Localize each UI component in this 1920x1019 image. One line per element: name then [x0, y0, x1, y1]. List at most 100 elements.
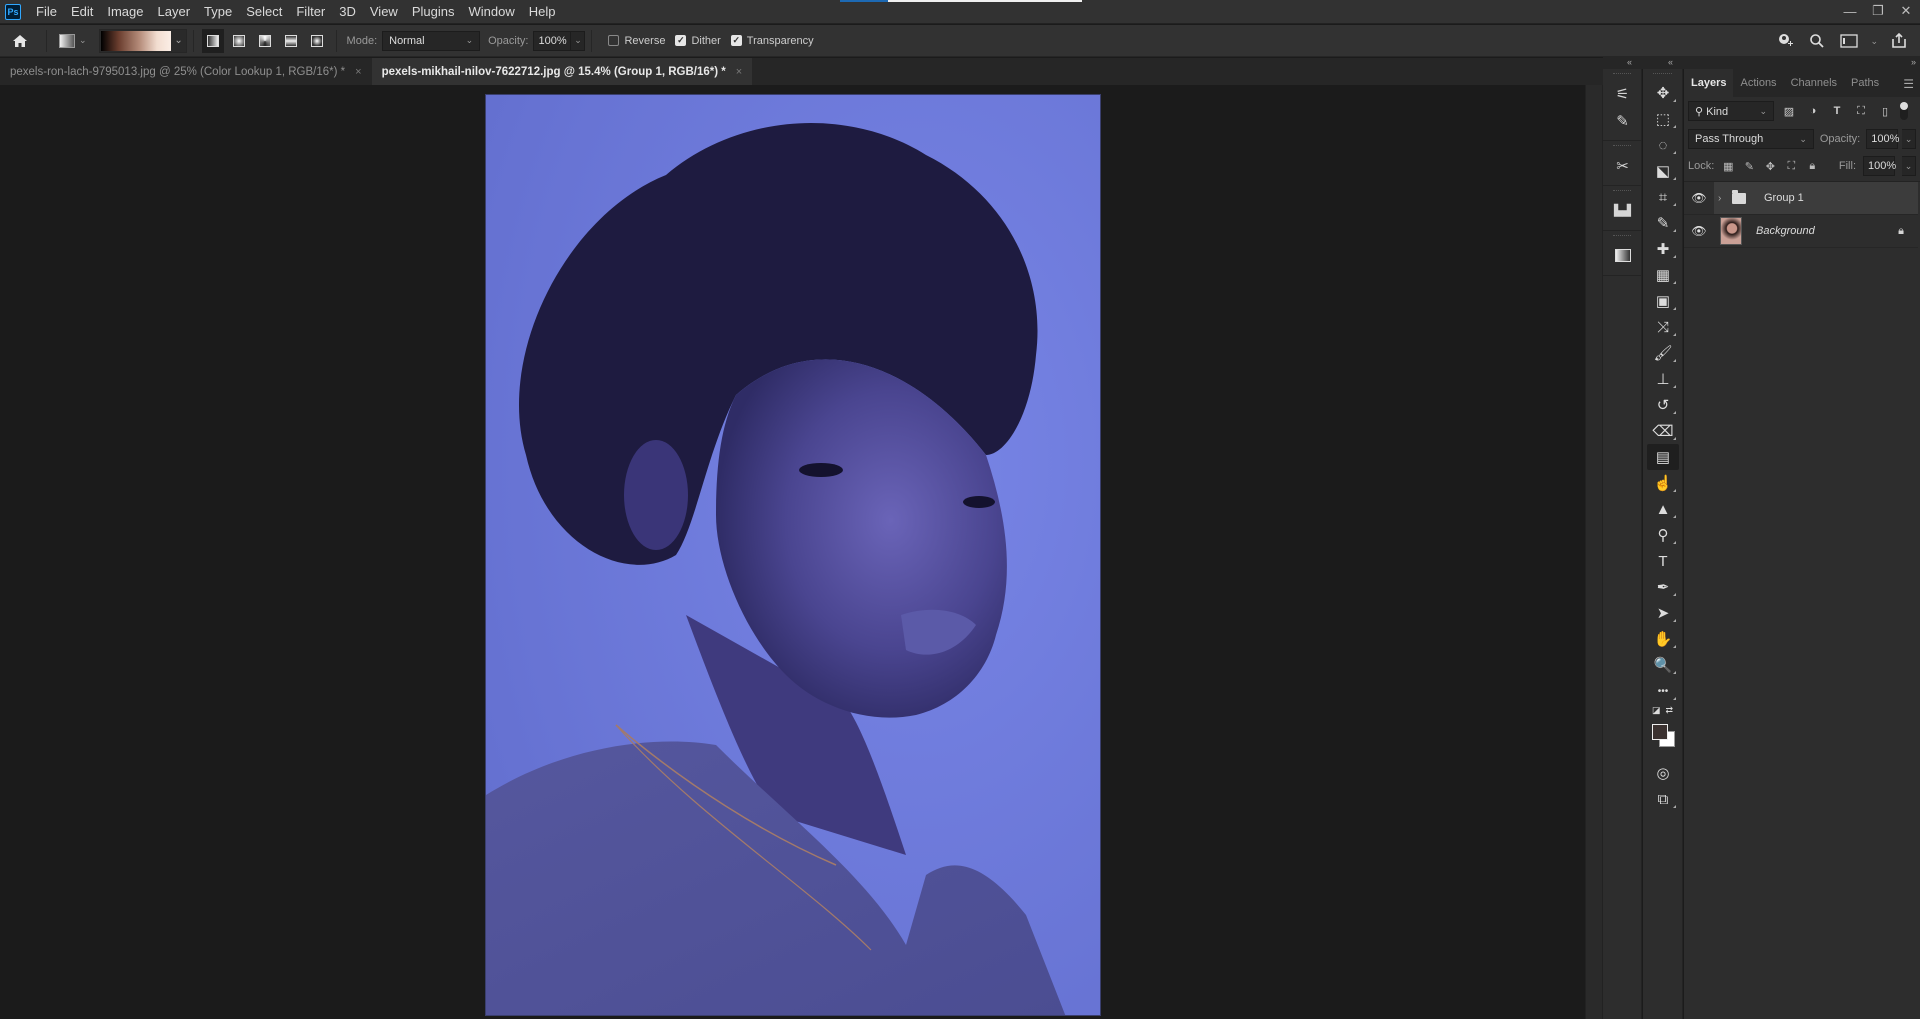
- foreground-color-swatch[interactable]: [1652, 724, 1668, 740]
- expand-panels-icon[interactable]: »: [1911, 57, 1916, 67]
- layer-lock-icon[interactable]: 🔒︎: [1898, 225, 1904, 238]
- visibility-eye-icon[interactable]: 👁︎: [1684, 215, 1714, 248]
- type-layer-filter-icon[interactable]: T: [1828, 102, 1846, 120]
- menu-view[interactable]: View: [363, 0, 405, 24]
- search-icon[interactable]: [1806, 30, 1828, 52]
- smart-object-filter-icon[interactable]: ▯: [1876, 102, 1894, 120]
- blend-mode-select[interactable]: Pass Through ⌄: [1688, 129, 1814, 149]
- menu-window[interactable]: Window: [461, 0, 521, 24]
- menu-type[interactable]: Type: [197, 0, 239, 24]
- lasso-tool[interactable]: ◌: [1643, 132, 1683, 158]
- checkbox-icon[interactable]: ✓: [730, 35, 742, 46]
- visibility-eye-icon[interactable]: 👁︎: [1684, 182, 1714, 215]
- drag-grip[interactable]: [1613, 73, 1631, 76]
- linear-gradient-button[interactable]: [201, 28, 224, 53]
- filter-kind-select[interactable]: ⚲ Kind ⌄: [1688, 101, 1774, 121]
- tool-preset-picker[interactable]: ⌄: [53, 33, 93, 48]
- eraser-tool[interactable]: ⌫: [1643, 418, 1683, 444]
- lock-image-pixels-icon[interactable]: ✎: [1742, 159, 1756, 173]
- move-tool[interactable]: ✥: [1643, 80, 1683, 106]
- dither-checkbox[interactable]: ✓ Dither: [675, 35, 721, 47]
- share-user-icon[interactable]: [1774, 30, 1796, 52]
- document-canvas[interactable]: [485, 94, 1101, 1016]
- menu-help[interactable]: Help: [522, 0, 563, 24]
- vertical-scrollbar[interactable]: [1585, 85, 1603, 1019]
- healing-brush-tool[interactable]: ▦: [1643, 262, 1683, 288]
- collapse-panels-icon[interactable]: «: [1627, 57, 1632, 67]
- patch-tool[interactable]: ▣: [1643, 288, 1683, 314]
- object-selection-tool[interactable]: ⬕: [1643, 158, 1683, 184]
- drag-grip[interactable]: [1613, 235, 1631, 238]
- smudge-tool[interactable]: ☝: [1643, 470, 1683, 496]
- chevron-down-icon[interactable]: ⌄: [172, 35, 186, 46]
- lock-position-icon[interactable]: ✥: [1763, 159, 1777, 173]
- lock-all-icon[interactable]: 🔒︎: [1805, 159, 1819, 173]
- minimize-button[interactable]: —: [1836, 0, 1864, 22]
- collapse-toolbar-icon[interactable]: «: [1668, 57, 1673, 67]
- default-colors-icon[interactable]: ◪: [1652, 705, 1661, 716]
- menu-edit[interactable]: Edit: [64, 0, 100, 24]
- lock-artboard-icon[interactable]: ⛶: [1784, 159, 1798, 173]
- drag-grip[interactable]: [1653, 73, 1672, 76]
- radial-gradient-button[interactable]: [228, 29, 250, 53]
- type-tool[interactable]: T: [1643, 548, 1683, 574]
- menu-filter[interactable]: Filter: [289, 0, 332, 24]
- sharpen-tool[interactable]: ▲: [1643, 496, 1683, 522]
- document-tab[interactable]: pexels-ron-lach-9795013.jpg @ 25% (Color…: [0, 58, 372, 85]
- layer-row-group-1[interactable]: 👁︎ › Group 1: [1684, 182, 1918, 215]
- menu-layer[interactable]: Layer: [151, 0, 198, 24]
- content-aware-move-tool[interactable]: ⤨: [1643, 314, 1683, 340]
- adjustment-layer-filter-icon[interactable]: ◑: [1804, 102, 1822, 120]
- gradient-picker[interactable]: ⌄: [98, 28, 187, 53]
- menu-plugins[interactable]: Plugins: [405, 0, 462, 24]
- filter-toggle[interactable]: [1900, 102, 1908, 120]
- history-brush-tool[interactable]: ↺: [1643, 392, 1683, 418]
- close-button[interactable]: ✕: [1892, 0, 1920, 22]
- gradients-panel-button[interactable]: [1603, 242, 1642, 269]
- tab-channels[interactable]: Channels: [1784, 69, 1844, 97]
- diamond-gradient-button[interactable]: [306, 29, 328, 53]
- transparency-checkbox[interactable]: ✓ Transparency: [730, 35, 814, 47]
- zoom-tool[interactable]: 🔍: [1643, 652, 1683, 678]
- layer-body[interactable]: › Group 1: [1714, 182, 1918, 214]
- lock-transparent-pixels-icon[interactable]: ▦: [1721, 159, 1735, 173]
- chevron-down-icon[interactable]: ⌄: [1870, 36, 1878, 47]
- shape-layer-filter-icon[interactable]: ⛶: [1852, 102, 1870, 120]
- menu-image[interactable]: Image: [100, 0, 150, 24]
- eyedropper-tool[interactable]: ✎: [1643, 210, 1683, 236]
- menu-file[interactable]: File: [29, 0, 64, 24]
- layer-opacity-input[interactable]: 100%: [1866, 129, 1899, 149]
- menu-select[interactable]: Select: [239, 0, 289, 24]
- close-tab-icon[interactable]: ×: [355, 66, 361, 78]
- angle-gradient-button[interactable]: [254, 29, 276, 53]
- hand-tool[interactable]: ✋: [1643, 626, 1683, 652]
- swap-colors-icon[interactable]: ⇄: [1665, 705, 1673, 716]
- home-button[interactable]: [0, 25, 40, 57]
- dodge-tool[interactable]: ⚲: [1643, 522, 1683, 548]
- reflected-gradient-button[interactable]: [280, 29, 302, 53]
- brush-tool[interactable]: 🖌: [1643, 340, 1683, 366]
- edit-toolbar[interactable]: •••: [1643, 678, 1683, 704]
- fill-input[interactable]: 100%: [1863, 156, 1896, 176]
- drag-grip[interactable]: [1613, 190, 1631, 193]
- tab-paths[interactable]: Paths: [1844, 69, 1886, 97]
- document-tab-active[interactable]: pexels-mikhail-nilov-7622712.jpg @ 15.4%…: [371, 58, 753, 85]
- restore-button[interactable]: ❐: [1864, 0, 1892, 22]
- properties-button[interactable]: ⚟: [1603, 80, 1642, 107]
- layer-row-background[interactable]: 👁︎ Background 🔒︎: [1684, 215, 1918, 248]
- share-icon[interactable]: [1888, 30, 1910, 52]
- drag-grip[interactable]: [1613, 145, 1631, 148]
- workspace-icon[interactable]: [1838, 30, 1860, 52]
- canvas-area[interactable]: [0, 85, 1585, 1019]
- gradient-preview[interactable]: [100, 30, 171, 51]
- screen-mode-tool[interactable]: ⧉: [1643, 786, 1683, 812]
- panel-menu-icon[interactable]: ☰: [1903, 77, 1914, 91]
- layer-opacity-dropdown[interactable]: ⌄: [1902, 129, 1916, 149]
- tools-panel-button[interactable]: ✂: [1603, 152, 1642, 179]
- pixel-layer-filter-icon[interactable]: ▨: [1780, 102, 1798, 120]
- fill-dropdown[interactable]: ⌄: [1902, 156, 1916, 176]
- quick-mask-tool[interactable]: ◎: [1643, 760, 1683, 786]
- close-tab-icon[interactable]: ×: [736, 66, 742, 78]
- pen-tool[interactable]: ✒: [1643, 574, 1683, 600]
- crop-tool[interactable]: ⌗: [1643, 184, 1683, 210]
